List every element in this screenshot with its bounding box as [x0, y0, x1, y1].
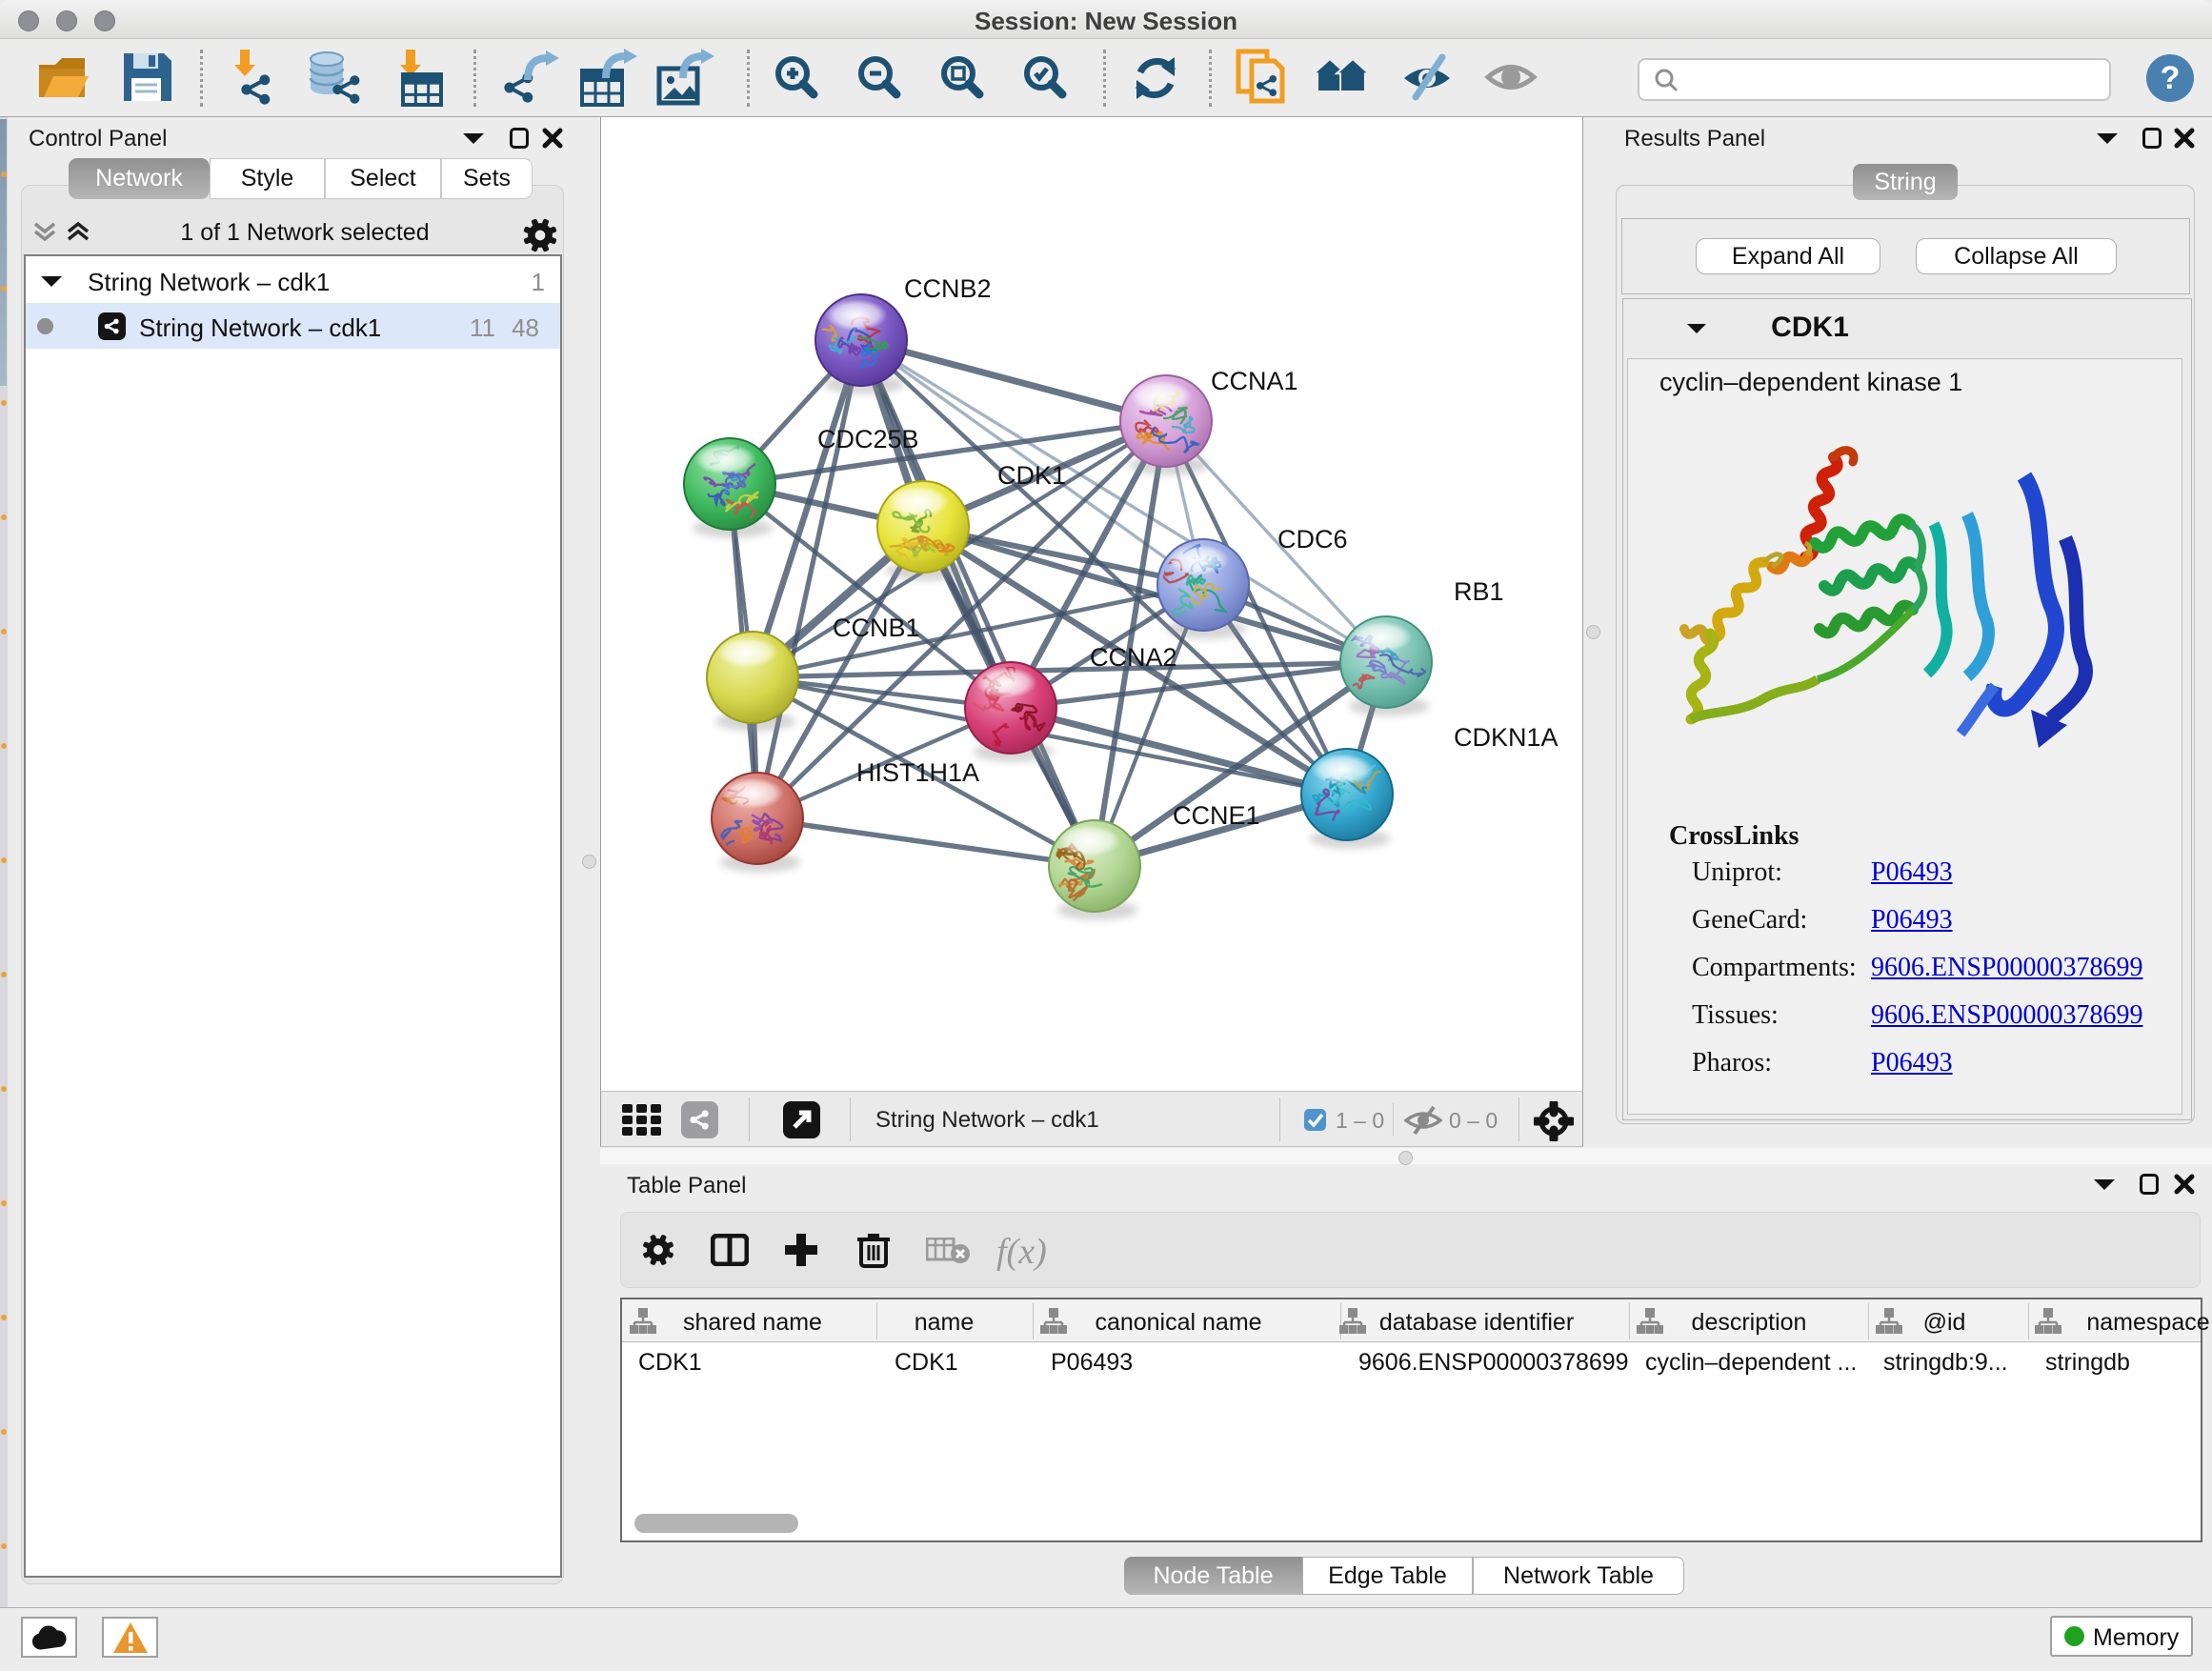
- svg-text:HIST1H1A: HIST1H1A: [856, 758, 979, 787]
- svg-text:CCNB2: CCNB2: [904, 274, 992, 303]
- svg-text:CDK1: CDK1: [997, 461, 1066, 490]
- svg-text:RB1: RB1: [1454, 577, 1504, 606]
- svg-text:CDKN1A: CDKN1A: [1454, 723, 1558, 752]
- svg-text:CDC6: CDC6: [1277, 525, 1348, 554]
- svg-text:CDC25B: CDC25B: [817, 425, 919, 453]
- svg-text:CCNE1: CCNE1: [1173, 801, 1260, 830]
- svg-text:CCNA2: CCNA2: [1090, 643, 1177, 672]
- svg-text:CCNB1: CCNB1: [833, 614, 920, 642]
- svg-text:CCNA1: CCNA1: [1211, 367, 1298, 395]
